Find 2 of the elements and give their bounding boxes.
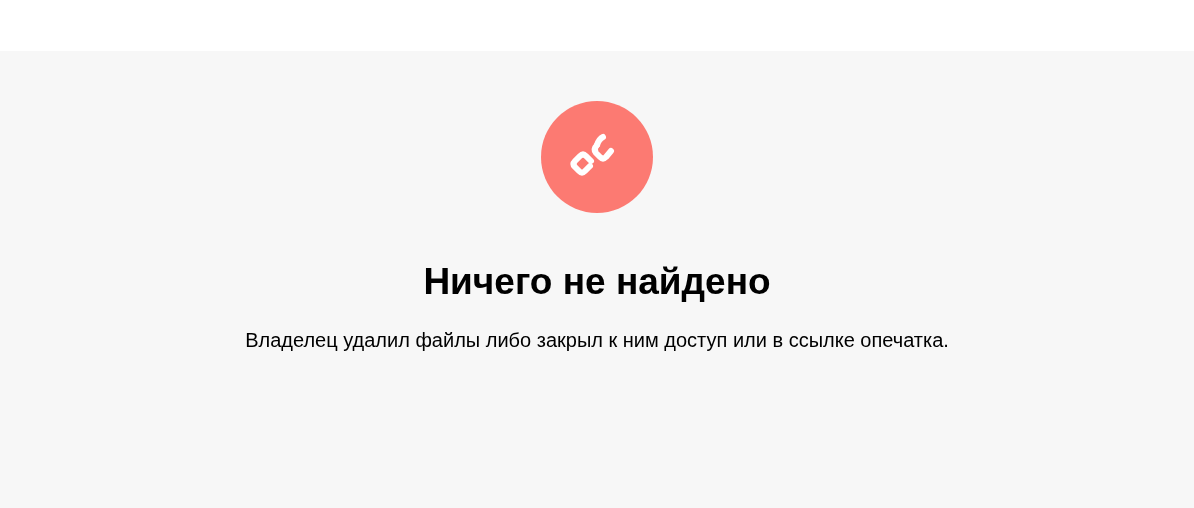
page-title: Ничего не найдено	[423, 260, 771, 304]
message-text: Владелец удалил файлы либо закрыл к ним доступ или в ссылке опечатка.	[245, 328, 949, 354]
